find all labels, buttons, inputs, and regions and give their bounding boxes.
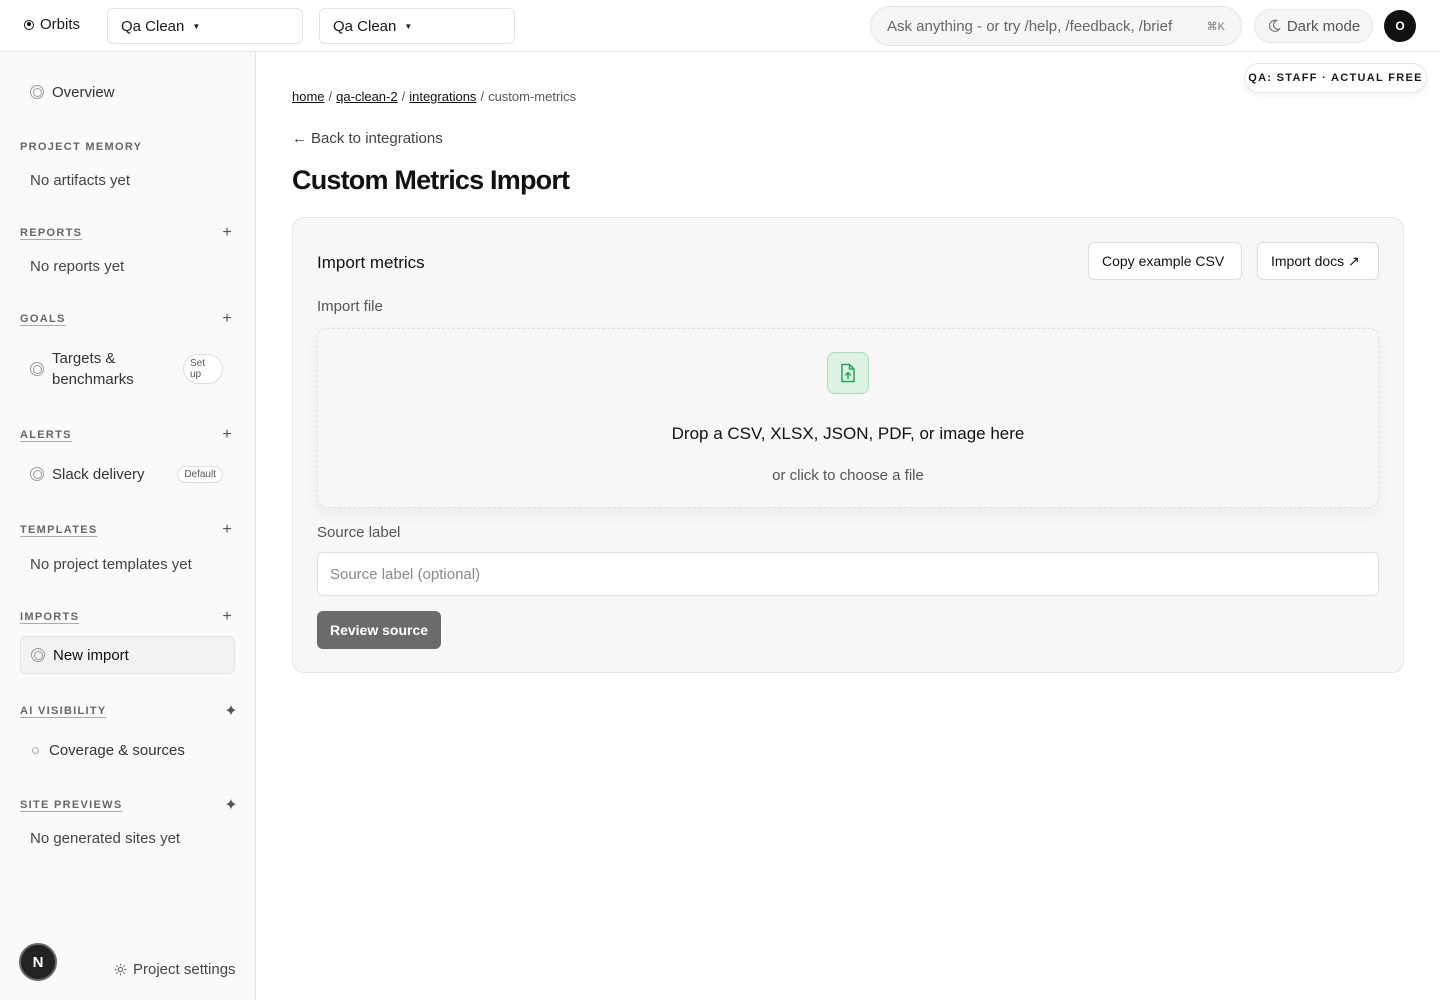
- sidebar-item-label: Targets & benchmarks: [52, 350, 134, 388]
- sidebar-item-targets[interactable]: Targets & benchmarks Set up: [20, 346, 235, 392]
- sidebar-item-label: Overview: [52, 83, 115, 101]
- top-bar: Orbits Qa Clean ▼ Qa Clean ▼ Ask anythin…: [0, 0, 1440, 52]
- add-import-icon[interactable]: +: [219, 608, 235, 626]
- source-label-label: Source label: [317, 524, 401, 541]
- breadcrumb-project[interactable]: qa-clean-2: [336, 89, 397, 104]
- overview-icon: [30, 85, 44, 99]
- brand-name: Orbits: [40, 16, 81, 33]
- sparkle-icon[interactable]: ✦: [223, 701, 239, 721]
- card-title: Import metrics: [317, 253, 425, 272]
- sidebar-item-new-import[interactable]: New import: [20, 636, 235, 674]
- import-icon: [31, 648, 45, 662]
- empty-reports-text: No reports yet: [30, 258, 125, 275]
- small-circle-icon: [32, 746, 39, 754]
- moon-icon: [1268, 19, 1281, 32]
- project-settings-link[interactable]: Project settings: [114, 961, 236, 978]
- sidebar-item-slack-delivery[interactable]: Slack delivery Default: [20, 455, 235, 493]
- empty-artifacts-text: No artifacts yet: [30, 172, 131, 189]
- section-alerts: ALERTS +: [20, 425, 235, 445]
- review-source-button[interactable]: Review source: [317, 611, 441, 649]
- add-template-icon[interactable]: +: [219, 521, 235, 539]
- breadcrumb: home / qa-clean-2 / integrations / custo…: [292, 89, 576, 104]
- orbits-logo-icon: [24, 19, 34, 30]
- caret-down-icon: ▼: [404, 21, 413, 31]
- add-report-icon[interactable]: +: [219, 224, 235, 242]
- target-icon: [30, 362, 44, 376]
- sidebar-item-overview[interactable]: Overview: [20, 73, 235, 111]
- section-ai-visibility: AI VISIBILITY ✦: [20, 701, 238, 721]
- assistant-badge-button[interactable]: N: [19, 943, 57, 981]
- back-to-integrations-link[interactable]: ← Back to integrations: [292, 130, 443, 147]
- sidebar: Overview PROJECT MEMORY No artifacts yet…: [0, 52, 256, 1000]
- section-label[interactable]: GOALS: [20, 313, 66, 325]
- copy-example-csv-button[interactable]: Copy example CSV: [1088, 242, 1242, 280]
- dropzone-title: Drop a CSV, XLSX, JSON, PDF, or image he…: [671, 424, 1025, 443]
- workspace-select[interactable]: Qa Clean ▼: [107, 8, 303, 44]
- breadcrumb-separator: /: [401, 89, 406, 104]
- back-link-label: Back to integrations: [311, 130, 443, 147]
- add-alert-icon[interactable]: +: [219, 426, 235, 444]
- source-label-input[interactable]: [317, 552, 1379, 596]
- alert-icon: [30, 467, 44, 481]
- breadcrumb-integrations[interactable]: integrations: [409, 89, 476, 104]
- sidebar-item-label: Coverage & sources: [49, 741, 185, 759]
- arrow-left-icon: ←: [292, 130, 307, 147]
- page-title: Custom Metrics Import: [292, 165, 570, 195]
- default-badge: Default: [177, 465, 223, 483]
- section-label[interactable]: ALERTS: [20, 429, 72, 441]
- section-label[interactable]: REPORTS: [20, 227, 82, 239]
- import-file-label: Import file: [317, 298, 383, 315]
- empty-sites-text: No generated sites yet: [30, 830, 181, 847]
- set-up-badge: Set up: [183, 354, 223, 384]
- breadcrumb-separator: /: [480, 89, 485, 104]
- import-docs-button[interactable]: Import docs ↗: [1257, 242, 1379, 280]
- section-site-previews: SITE PREVIEWS ✦: [20, 795, 238, 815]
- section-reports: REPORTS +: [20, 223, 235, 243]
- project-select[interactable]: Qa Clean ▼: [319, 8, 515, 44]
- breadcrumb-home[interactable]: home: [292, 89, 325, 104]
- section-label[interactable]: AI VISIBILITY: [20, 705, 107, 717]
- add-goal-icon[interactable]: +: [219, 310, 235, 328]
- sparkle-icon[interactable]: ✦: [223, 795, 239, 815]
- section-templates: TEMPLATES +: [20, 520, 235, 540]
- sidebar-item-label: New import: [53, 646, 129, 664]
- breadcrumb-current: custom-metrics: [488, 89, 577, 104]
- import-card: Import metrics Copy example CSV Import d…: [292, 217, 1404, 673]
- section-label: PROJECT MEMORY: [20, 141, 143, 153]
- command-shortcut: ⌘K: [1206, 20, 1225, 33]
- section-label[interactable]: TEMPLATES: [20, 524, 98, 536]
- section-project-memory: PROJECT MEMORY: [20, 137, 235, 157]
- section-goals: GOALS +: [20, 309, 235, 329]
- caret-down-icon: ▼: [192, 21, 201, 31]
- project-select-value: Qa Clean: [333, 17, 397, 35]
- project-settings-label: Project settings: [133, 961, 236, 978]
- file-upload-icon: [827, 352, 869, 394]
- file-dropzone[interactable]: Drop a CSV, XLSX, JSON, PDF, or image he…: [317, 328, 1379, 508]
- sidebar-item-label: Slack delivery: [52, 465, 145, 483]
- section-imports: IMPORTS +: [20, 607, 235, 627]
- section-label[interactable]: IMPORTS: [20, 611, 79, 623]
- dark-mode-label: Dark mode: [1286, 17, 1361, 35]
- user-avatar[interactable]: O: [1384, 10, 1416, 42]
- sidebar-item-coverage[interactable]: Coverage & sources: [20, 731, 235, 769]
- qa-status-badge: QA: STAFF · ACTUAL FREE: [1244, 63, 1427, 93]
- brand-logo[interactable]: Orbits: [24, 16, 80, 33]
- dropzone-subtitle: or click to choose a file: [772, 467, 924, 484]
- command-bar-placeholder: Ask anything - or try /help, /feedback, …: [887, 17, 1173, 35]
- section-label[interactable]: SITE PREVIEWS: [20, 799, 122, 811]
- dark-mode-toggle[interactable]: Dark mode: [1254, 9, 1373, 43]
- breadcrumb-separator: /: [328, 89, 333, 104]
- empty-templates-text: No project templates yet: [30, 556, 192, 573]
- workspace-select-value: Qa Clean: [121, 17, 185, 35]
- command-bar[interactable]: Ask anything - or try /help, /feedback, …: [870, 6, 1242, 46]
- gear-icon: [114, 963, 127, 976]
